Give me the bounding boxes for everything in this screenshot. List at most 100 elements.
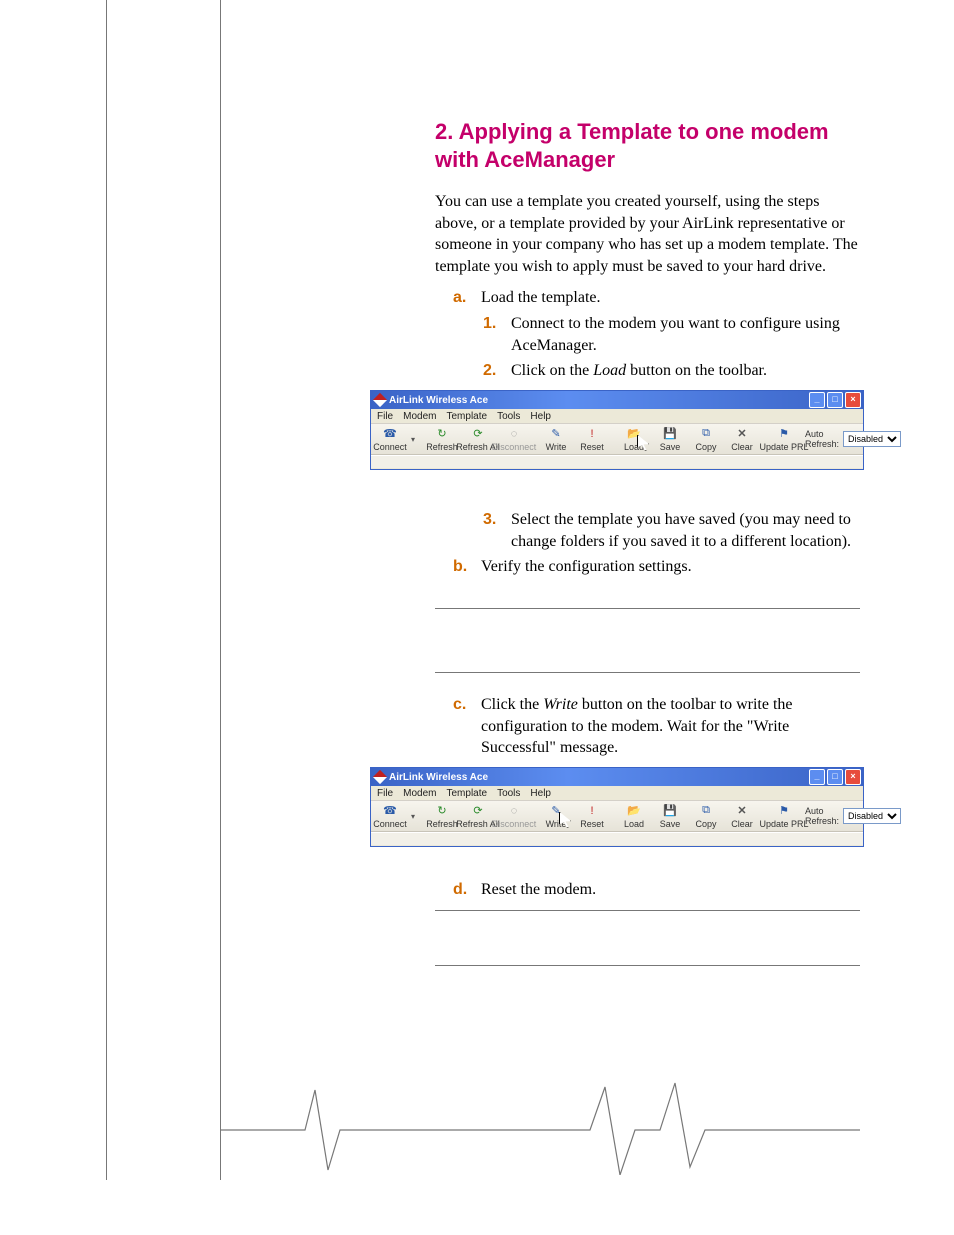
app-icon — [373, 770, 387, 784]
connect-icon: ☎ — [383, 804, 397, 818]
marker-b: b. — [453, 556, 481, 578]
step-a-text: Load the template. — [481, 287, 860, 309]
menu-modem[interactable]: Modem — [403, 411, 436, 422]
pencil-icon: ✎ — [549, 804, 563, 818]
separator — [435, 608, 860, 609]
save-button[interactable]: 💾Save — [655, 804, 685, 829]
step-c-italic: Write — [543, 696, 578, 713]
step-d-text: Reset the modem. — [481, 879, 860, 901]
menu-file[interactable]: File — [377, 788, 393, 799]
content-block-stepc: c. Click the Write button on the toolbar… — [435, 690, 860, 763]
marker-a2: 2. — [483, 360, 511, 382]
app-icon — [373, 393, 387, 407]
menu-modem[interactable]: Modem — [403, 788, 436, 799]
connect-button[interactable]: ☎Connect — [375, 804, 405, 829]
step-a2-pre: Click on the — [511, 362, 593, 379]
reset-icon: ! — [585, 804, 599, 818]
auto-refresh-control: Auto Refresh: Disabled — [805, 806, 901, 826]
document-page: 2. Applying a Template to one modem with… — [0, 0, 954, 1235]
copy-button[interactable]: ⧉Copy — [691, 804, 721, 829]
connect-button[interactable]: ☎Connect — [375, 427, 405, 452]
save-icon: 💾 — [663, 427, 677, 441]
step-a2-text: Click on the Load button on the toolbar. — [511, 360, 860, 382]
separator — [435, 672, 860, 673]
refresh-icon: ↻ — [435, 804, 449, 818]
close-button[interactable]: × — [845, 392, 861, 408]
save-button[interactable]: 💾Save — [655, 427, 685, 452]
close-button[interactable]: × — [845, 769, 861, 785]
connect-dropdown-icon[interactable]: ▾ — [411, 435, 415, 444]
menu-template[interactable]: Template — [446, 411, 487, 422]
client-area — [371, 455, 863, 468]
copy-button[interactable]: ⧉Copy — [691, 427, 721, 452]
refresh-button[interactable]: ↻Refresh — [427, 427, 457, 452]
step-b-text: Verify the configuration settings. — [481, 556, 860, 578]
maximize-button[interactable]: □ — [827, 769, 843, 785]
folder-open-icon: 📂 — [627, 427, 641, 441]
reset-button[interactable]: !Reset — [577, 427, 607, 452]
update-icon: ⚑ — [777, 804, 791, 818]
heartbeat-decoration — [220, 1075, 860, 1175]
clear-button[interactable]: ✕Clear — [727, 804, 757, 829]
update-prl-button[interactable]: ⚑Update PRL — [769, 427, 799, 452]
acemanager-window-write: AirLink Wireless Ace _ □ × File Modem Te… — [370, 767, 864, 847]
reset-icon: ! — [585, 427, 599, 441]
step-a2-italic: Load — [593, 362, 626, 379]
refresh-all-button[interactable]: ⟳Refresh All — [463, 804, 493, 829]
refresh-all-button[interactable]: ⟳Refresh All — [463, 427, 493, 452]
titlebar: AirLink Wireless Ace _ □ × — [371, 768, 863, 786]
refresh-button[interactable]: ↻Refresh — [427, 804, 457, 829]
connect-dropdown-icon[interactable]: ▾ — [411, 812, 415, 821]
clear-icon: ✕ — [735, 427, 749, 441]
reset-button[interactable]: !Reset — [577, 804, 607, 829]
folder-open-icon: 📂 — [627, 804, 641, 818]
connect-icon: ☎ — [383, 427, 397, 441]
menu-file[interactable]: File — [377, 411, 393, 422]
toolbar: ☎Connect ▾ ↻Refresh ⟳Refresh All ◌Discon… — [371, 424, 863, 455]
section-heading: 2. Applying a Template to one modem with… — [435, 118, 860, 173]
update-prl-button[interactable]: ⚑Update PRL — [769, 804, 799, 829]
menu-help[interactable]: Help — [530, 788, 551, 799]
step-a: a. Load the template. — [453, 287, 860, 309]
marker-a3: 3. — [483, 509, 511, 552]
auto-refresh-select[interactable]: Disabled — [843, 808, 901, 824]
auto-refresh-control: Auto Refresh: Disabled — [805, 429, 901, 449]
toolbar: ☎Connect ▾ ↻Refresh ⟳Refresh All ◌Discon… — [371, 801, 863, 832]
load-button[interactable]: 📂Load — [619, 427, 649, 452]
minimize-button[interactable]: _ — [809, 392, 825, 408]
write-button[interactable]: ✎Write — [541, 427, 571, 452]
disconnect-button: ◌Disconnect — [499, 804, 529, 829]
step-a3-text: Select the template you have saved (you … — [511, 509, 860, 552]
menu-help[interactable]: Help — [530, 411, 551, 422]
window-title: AirLink Wireless Ace — [389, 395, 488, 406]
maximize-button[interactable]: □ — [827, 392, 843, 408]
refresh-icon: ↻ — [435, 427, 449, 441]
separator — [435, 965, 860, 966]
menu-template[interactable]: Template — [446, 788, 487, 799]
save-icon: 💾 — [663, 804, 677, 818]
menu-tools[interactable]: Tools — [497, 788, 520, 799]
refresh-all-icon: ⟳ — [471, 804, 485, 818]
separator — [435, 910, 860, 911]
step-a1: 1. Connect to the modem you want to conf… — [483, 313, 860, 356]
write-button[interactable]: ✎Write — [541, 804, 571, 829]
content-block-step3b: 3. Select the template you have saved (y… — [435, 505, 860, 582]
disconnect-icon: ◌ — [507, 427, 521, 441]
copy-icon: ⧉ — [699, 804, 713, 818]
copy-icon: ⧉ — [699, 427, 713, 441]
step-a2-post: button on the toolbar. — [626, 362, 767, 379]
clear-button[interactable]: ✕Clear — [727, 427, 757, 452]
menubar: File Modem Template Tools Help — [371, 786, 863, 801]
intro-paragraph: You can use a template you created yours… — [435, 191, 860, 277]
auto-refresh-label: Auto Refresh: — [805, 806, 839, 826]
menu-tools[interactable]: Tools — [497, 411, 520, 422]
auto-refresh-select[interactable]: Disabled — [843, 431, 901, 447]
disconnect-icon: ◌ — [507, 804, 521, 818]
marker-d: d. — [453, 879, 481, 901]
minimize-button[interactable]: _ — [809, 769, 825, 785]
load-button[interactable]: 📂Load — [619, 804, 649, 829]
menubar: File Modem Template Tools Help — [371, 409, 863, 424]
clear-icon: ✕ — [735, 804, 749, 818]
window-title: AirLink Wireless Ace — [389, 772, 488, 783]
step-a2: 2. Click on the Load button on the toolb… — [483, 360, 860, 382]
